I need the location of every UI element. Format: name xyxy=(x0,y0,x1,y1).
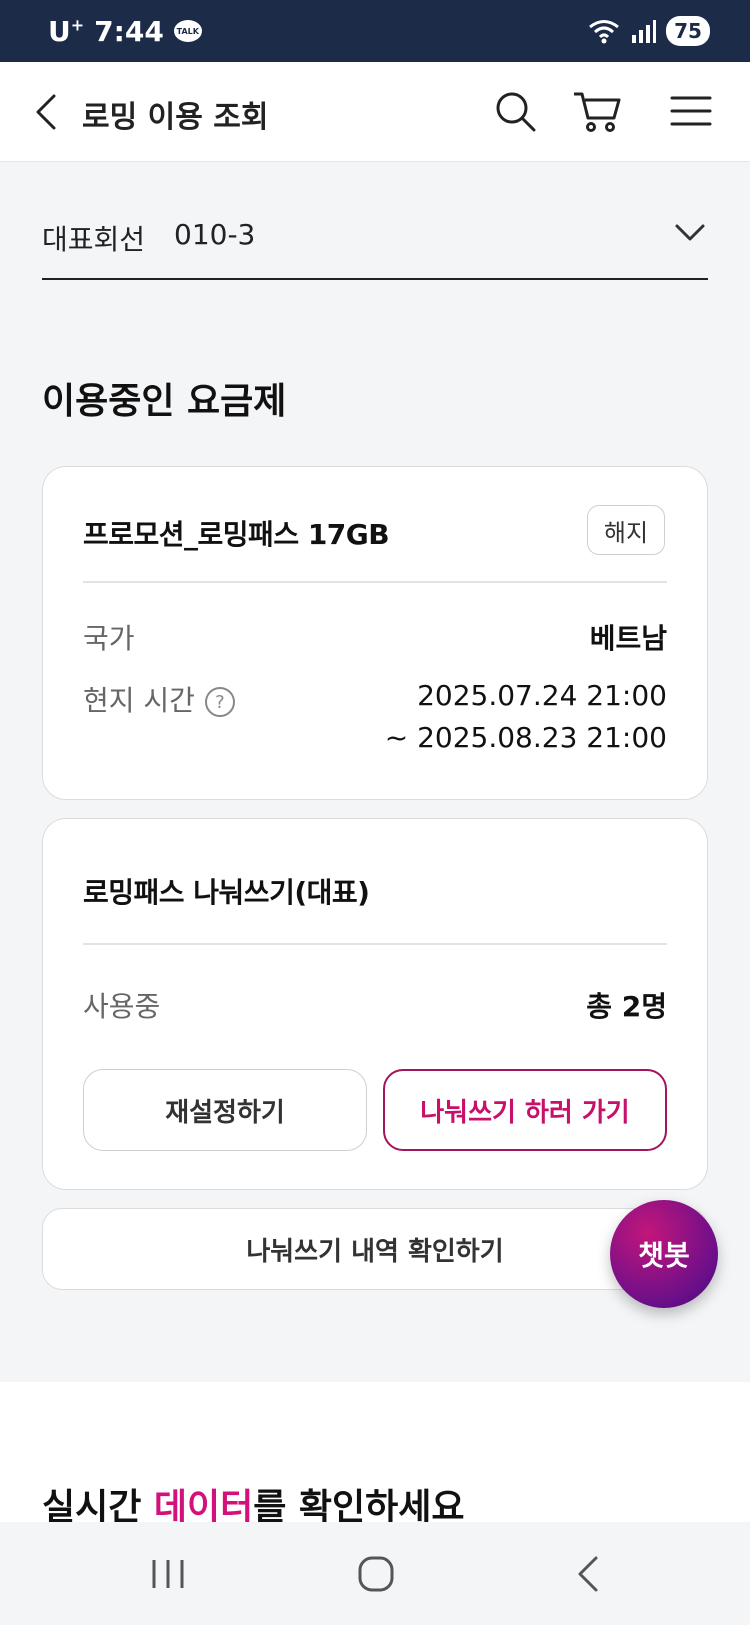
plan-card: 프로모션_로밍패스 17GB 해지 국가 베트남 현지 시간? 2025.07.… xyxy=(42,466,708,800)
carrier-label: U+ xyxy=(48,14,85,48)
plan-title: 프로모션_로밍패스 17GB xyxy=(83,518,390,551)
line-label: 대표회선 xyxy=(42,223,146,256)
menu-icon[interactable] xyxy=(668,88,714,134)
divider xyxy=(83,581,667,583)
battery-indicator: 75 xyxy=(666,16,710,46)
share-card: 로밍패스 나눠쓰기(대표) 사용중 총 2명 재설정하기 나눠쓰기 하러 가기 xyxy=(42,818,708,1190)
cancel-plan-button[interactable]: 해지 xyxy=(587,505,665,555)
usage-value: 총 2명 xyxy=(586,990,667,1023)
reset-button[interactable]: 재설정하기 xyxy=(83,1069,367,1151)
local-time-label-text: 현지 시간 xyxy=(83,684,195,717)
chatbot-button[interactable]: 챗봇 xyxy=(610,1200,718,1308)
section-title-plan: 이용중인 요금제 xyxy=(42,381,287,422)
wifi-icon xyxy=(589,20,619,44)
country-value: 베트남 xyxy=(589,622,667,655)
status-bar: U+ 7:44 TALK 75 xyxy=(0,0,750,62)
line-selector[interactable]: 대표회선 010-3 xyxy=(42,200,708,280)
signal-icon xyxy=(632,20,656,43)
local-time-end: ~ 2025.08.23 21:00 xyxy=(384,721,667,754)
go-share-button[interactable]: 나눠쓰기 하러 가기 xyxy=(383,1069,667,1151)
back-nav-icon[interactable] xyxy=(566,1554,610,1594)
system-nav-bar xyxy=(0,1522,750,1625)
clock: 7:44 xyxy=(94,14,164,48)
line-value: 010-3 xyxy=(174,218,256,251)
back-icon[interactable] xyxy=(28,92,68,132)
help-icon[interactable]: ? xyxy=(204,687,235,717)
share-title: 로밍패스 나눠쓰기(대표) xyxy=(83,876,370,909)
recent-apps-icon[interactable] xyxy=(146,1554,190,1594)
cart-icon[interactable] xyxy=(572,88,622,134)
usage-label: 사용중 xyxy=(83,990,161,1023)
local-time-start: 2025.07.24 21:00 xyxy=(417,679,667,712)
kakaotalk-icon: TALK xyxy=(173,20,202,42)
search-icon[interactable] xyxy=(492,88,538,134)
divider xyxy=(83,943,667,945)
local-time-label: 현지 시간? xyxy=(83,679,235,719)
country-label: 국가 xyxy=(83,622,135,655)
status-right: 75 xyxy=(588,16,710,46)
page-title: 로밍 이용 조회 xyxy=(82,100,269,135)
app-header: 로밍 이용 조회 xyxy=(0,62,750,162)
status-left: U+ 7:44 TALK xyxy=(48,15,202,48)
home-icon[interactable] xyxy=(354,1554,398,1594)
chevron-down-icon xyxy=(675,224,705,241)
share-history-button[interactable]: 나눠쓰기 내역 확인하기 xyxy=(42,1208,708,1290)
